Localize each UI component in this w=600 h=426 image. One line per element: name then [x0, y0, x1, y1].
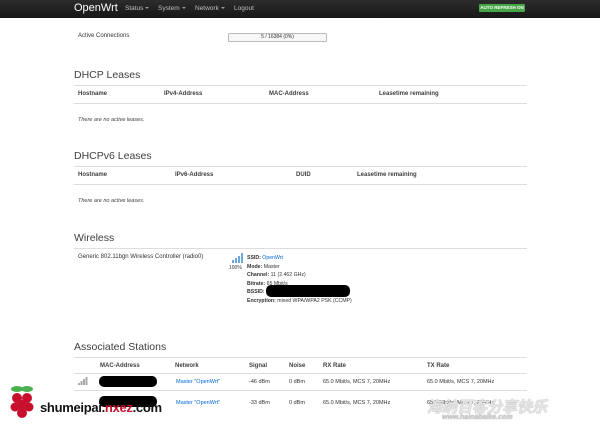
nav-system-label: System	[158, 5, 180, 12]
stations-col-noise: Noise	[289, 363, 306, 369]
wireless-title: Wireless	[74, 232, 115, 244]
dhcpv6-col-duid: DUID	[296, 172, 311, 178]
station-rx-rate: 65.0 Mbit/s, MCS 7, 20MHz	[323, 400, 391, 406]
raspberry-logo-icon	[10, 386, 34, 418]
signal-strength-icon	[78, 377, 88, 385]
brand-logo[interactable]: OpenWrt	[74, 2, 118, 14]
ssid-row: SSID: OpenWrt	[247, 254, 352, 263]
mode-value: Master	[263, 263, 280, 270]
encryption-label: Encryption:	[247, 297, 276, 304]
divider	[74, 103, 527, 104]
station-rx-rate: 65.0 Mbit/s, MCS 7, 20MHz	[323, 379, 391, 385]
dhcp-col-hostname: Hostname	[78, 91, 108, 97]
wireless-device-name: Generic 802.11bgn Wireless Controller (r…	[78, 254, 204, 260]
nav-network-menu[interactable]: Network	[195, 5, 225, 12]
dhcp-empty-message: There are no active leases.	[78, 117, 145, 123]
chevron-down-icon	[181, 7, 186, 10]
divider	[74, 373, 527, 374]
wireless-info-block: SSID: OpenWrt Mode: Master Channel: 11 (…	[247, 254, 352, 306]
station-tx-rate: 65.0 Mbit/s, MCS 7, 20MHz	[427, 379, 495, 385]
chevron-down-icon	[220, 7, 225, 10]
active-connections-label: Active Connections	[78, 33, 130, 39]
dhcpv6-col-hostname: Hostname	[78, 172, 108, 178]
ssid-link[interactable]: OpenWrt	[262, 255, 283, 261]
stations-col-mac: MAC-Address	[100, 363, 140, 369]
station-network-link[interactable]: Master "OpenWrt"	[176, 400, 220, 406]
dhcp-leases-title: DHCP Leases	[74, 69, 141, 81]
dhcpv6-leases-title: DHCPv6 Leases	[74, 150, 152, 162]
associated-stations-title: Associated Stations	[74, 341, 167, 353]
stations-col-rx-rate: RX Rate	[323, 363, 347, 369]
stations-col-network: Network	[175, 363, 199, 369]
divider	[74, 248, 527, 249]
divider	[74, 85, 527, 86]
auto-refresh-toggle[interactable]: AUTO REFRESH ON	[479, 4, 525, 12]
divider	[74, 184, 527, 185]
bssid-label: BSSID:	[247, 289, 265, 296]
station-network-label: Master "OpenWrt"	[176, 379, 221, 385]
signal-percent: 100%	[229, 265, 242, 271]
nav-system-menu[interactable]: System	[158, 5, 186, 12]
channel-label: Channel:	[247, 272, 270, 279]
watermark-domain: nxez	[104, 400, 133, 415]
stations-col-tx-rate: TX Rate	[427, 363, 450, 369]
station-network-label: Master "OpenWrt"	[176, 400, 221, 406]
ssid-label: SSID:	[247, 255, 261, 261]
divider	[74, 166, 527, 167]
nav-status-menu[interactable]: Status	[125, 5, 150, 12]
redacted-bssid	[266, 285, 350, 297]
signal-strength-icon	[232, 253, 243, 263]
bitrate-label: Bitrate:	[247, 280, 266, 287]
dhcpv6-col-leasetime: Leasetime remaining	[357, 172, 417, 178]
active-connections-progress: 5 / 16384 (0%)	[228, 33, 327, 42]
redacted-mac-address	[99, 376, 157, 387]
nav-logout-link[interactable]: Logout	[234, 5, 254, 12]
shumeipai-watermark: shumeipai.nxez.com	[40, 400, 162, 415]
station-signal: -33 dBm	[249, 400, 270, 406]
stations-col-signal: Signal	[249, 363, 268, 369]
dhcp-col-mac: MAC-Address	[269, 91, 309, 97]
top-navbar: OpenWrt Status System Network Logout AUT…	[0, 0, 600, 18]
chevron-down-icon	[145, 7, 150, 10]
station-network-link[interactable]: Master "OpenWrt"	[176, 379, 220, 385]
dhcpv6-empty-message: There are no active leases.	[78, 198, 145, 204]
station-noise: 0 dBm	[289, 379, 305, 385]
station-noise: 0 dBm	[289, 400, 305, 406]
channel-row: Channel: 11 (2.462 GHz)	[247, 271, 352, 280]
watermark-prefix: shumeipai.	[40, 400, 105, 415]
dhcpv6-col-ipv6: IPv6-Address	[175, 172, 214, 178]
mode-label: Mode:	[247, 263, 263, 270]
watermark-suffix: .com	[132, 400, 162, 415]
channel-value: 11 (2.462 GHz)	[270, 272, 306, 279]
encryption-value: mixed WPA/WPA2 PSK (CCMP)	[277, 297, 352, 304]
nav-status-label: Status	[125, 5, 144, 12]
dhcp-col-ipv4: IPv4-Address	[164, 91, 203, 97]
hainabaike-watermark-url: www.hainabaike.com	[442, 414, 513, 421]
mode-row: Mode: Master	[247, 263, 352, 272]
active-connections-value: 5 / 16384 (0%)	[261, 34, 294, 40]
divider	[74, 357, 527, 358]
nav-network-label: Network	[195, 5, 219, 12]
station-signal: -46 dBm	[249, 379, 270, 385]
divider	[74, 390, 527, 391]
encryption-row: Encryption: mixed WPA/WPA2 PSK (CCMP)	[247, 297, 352, 306]
dhcp-col-leasetime: Leasetime remaining	[379, 91, 439, 97]
